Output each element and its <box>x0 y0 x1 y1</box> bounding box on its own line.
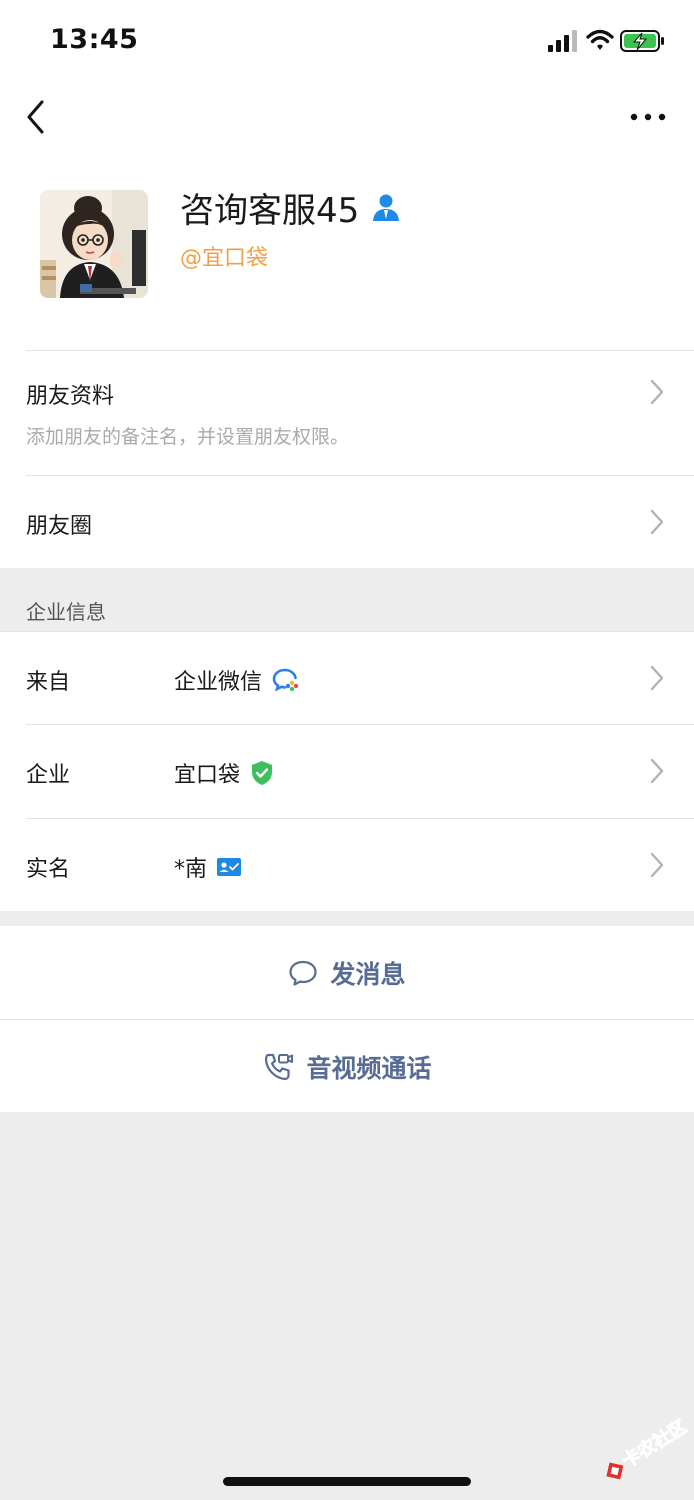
divider <box>26 475 694 476</box>
status-bar: 13:45 <box>0 0 694 86</box>
phone-video-icon <box>265 1053 294 1080</box>
watermark-logo: 卡农社区 <box>606 1415 688 1480</box>
divider <box>26 350 694 351</box>
company-label: 企业 <box>26 763 71 788</box>
cellular-signal-icon <box>548 30 577 52</box>
home-indicator[interactable] <box>223 1477 471 1486</box>
profile-name-row: 咨询客服45 <box>180 184 401 231</box>
watermark-text: 卡农社区 <box>618 1415 688 1472</box>
chevron-right-icon[interactable] <box>648 664 666 692</box>
send-message-label: 发消息 <box>330 959 406 989</box>
from-label: 来自 <box>26 670 71 695</box>
company-value-text: 宜口袋 <box>174 763 241 788</box>
status-time: 13:45 <box>50 24 139 55</box>
realname-value-text: *南 <box>174 857 208 882</box>
from-value-text: 企业微信 <box>174 670 263 695</box>
chevron-right-icon[interactable] <box>648 508 666 536</box>
chevron-right-icon[interactable] <box>648 378 666 406</box>
id-card-icon <box>217 858 242 876</box>
enterprise-section-title: 企业信息 <box>26 600 106 624</box>
avatar[interactable] <box>40 190 148 298</box>
back-icon[interactable] <box>22 98 52 136</box>
video-call-button[interactable]: 音视频通话 <box>0 1020 694 1113</box>
wifi-icon <box>586 29 614 50</box>
wecom-icon <box>272 668 299 692</box>
video-call-label: 音视频通话 <box>306 1053 432 1083</box>
more-icon[interactable] <box>628 102 668 132</box>
cartoon-woman-avatar <box>40 190 148 298</box>
divider <box>0 631 694 632</box>
chat-bubble-icon <box>289 960 318 986</box>
moments-title[interactable]: 朋友圈 <box>26 508 92 540</box>
enterprise-info-panel: 来自 企业微信 企业 宜口袋 实名 *南 <box>0 631 694 911</box>
verified-shield-icon <box>252 761 273 785</box>
friend-info-title[interactable]: 朋友资料 <box>26 378 114 410</box>
person-icon <box>373 194 400 221</box>
profile-name: 咨询客服45 <box>180 190 360 231</box>
divider <box>26 724 694 725</box>
action-panel: 发消息 音视频通话 <box>0 926 694 1112</box>
realname-value[interactable]: *南 <box>174 851 242 883</box>
friend-info-subtitle: 添加朋友的备注名，并设置朋友权限。 <box>26 426 350 448</box>
divider <box>26 818 694 819</box>
chevron-right-icon[interactable] <box>648 851 666 879</box>
battery-charging-icon <box>620 30 664 52</box>
from-value[interactable]: 企业微信 <box>174 664 300 696</box>
company-value[interactable]: 宜口袋 <box>174 757 274 789</box>
send-message-button[interactable]: 发消息 <box>0 926 694 1019</box>
chevron-right-icon[interactable] <box>648 757 666 785</box>
company-tag[interactable]: @宜口袋 <box>180 240 268 272</box>
realname-label: 实名 <box>26 857 71 882</box>
